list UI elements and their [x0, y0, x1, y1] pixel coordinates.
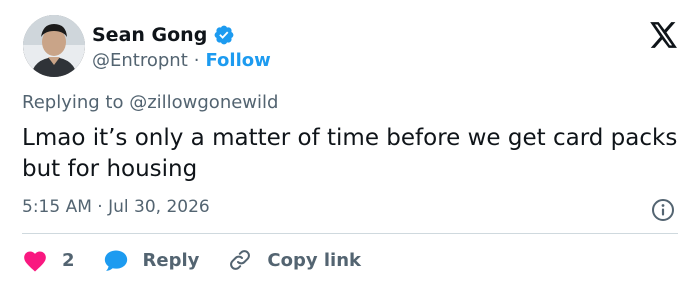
author-display-name[interactable]: Sean Gong: [92, 24, 207, 46]
divider: [22, 233, 678, 234]
x-logo-icon[interactable]: [650, 22, 678, 48]
reply-label: Reply: [142, 249, 200, 271]
author-handle-row: @Entropnt · Follow: [92, 48, 271, 72]
reply-context[interactable]: Replying to @zillowgonewild: [22, 92, 278, 113]
like-button[interactable]: 2: [22, 248, 75, 272]
author-handle[interactable]: @Entropnt: [92, 50, 188, 71]
copy-link-label: Copy link: [267, 249, 361, 271]
author-name-row: Sean Gong: [92, 22, 235, 48]
follow-button[interactable]: Follow: [205, 50, 270, 71]
tweet-timestamp[interactable]: 5:15 AM · Jul 30, 2026: [22, 197, 210, 217]
heart-icon: [24, 251, 46, 272]
tweet-text: Lmao it’s only a matter of time before w…: [22, 125, 678, 182]
separator-dot: ·: [193, 49, 200, 71]
info-icon[interactable]: [651, 198, 675, 222]
copy-link-button[interactable]: Copy link: [227, 248, 361, 272]
avatar[interactable]: [23, 15, 85, 77]
verified-badge-icon: [213, 24, 235, 46]
action-bar: 2 Reply Copy link: [22, 246, 361, 274]
like-count: 2: [62, 249, 75, 271]
avatar-photo: [23, 15, 85, 77]
reply-button[interactable]: Reply: [103, 248, 200, 272]
link-icon: [230, 250, 251, 270]
reply-bubble-icon: [104, 250, 127, 271]
